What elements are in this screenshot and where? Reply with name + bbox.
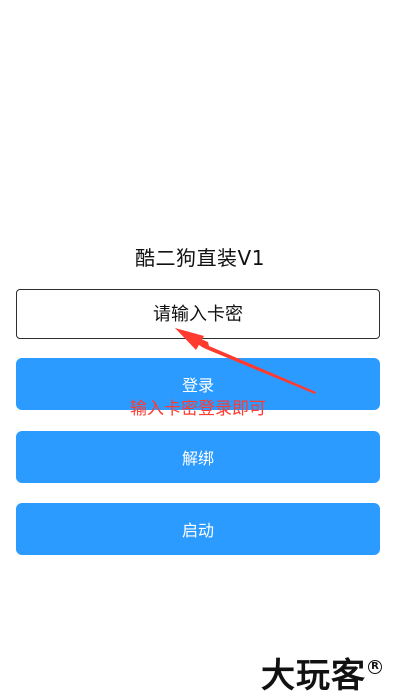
page-title: 酷二狗直装V1 xyxy=(135,246,265,270)
annotation-text: 输入卡密登录即可 xyxy=(130,399,266,419)
annotation-arrow xyxy=(175,328,316,394)
card-key-input[interactable] xyxy=(16,289,380,339)
registered-mark: R xyxy=(368,660,382,674)
watermark-text: 大玩客 xyxy=(261,656,366,696)
start-button[interactable]: 启动 xyxy=(16,503,380,555)
watermark-logo: 大玩客 R xyxy=(261,648,382,697)
app-root: 酷二狗直装V1 登录 输入卡密登录即可 解绑 启动 大玩客 R xyxy=(0,0,400,700)
unbind-button[interactable]: 解绑 xyxy=(16,431,380,483)
